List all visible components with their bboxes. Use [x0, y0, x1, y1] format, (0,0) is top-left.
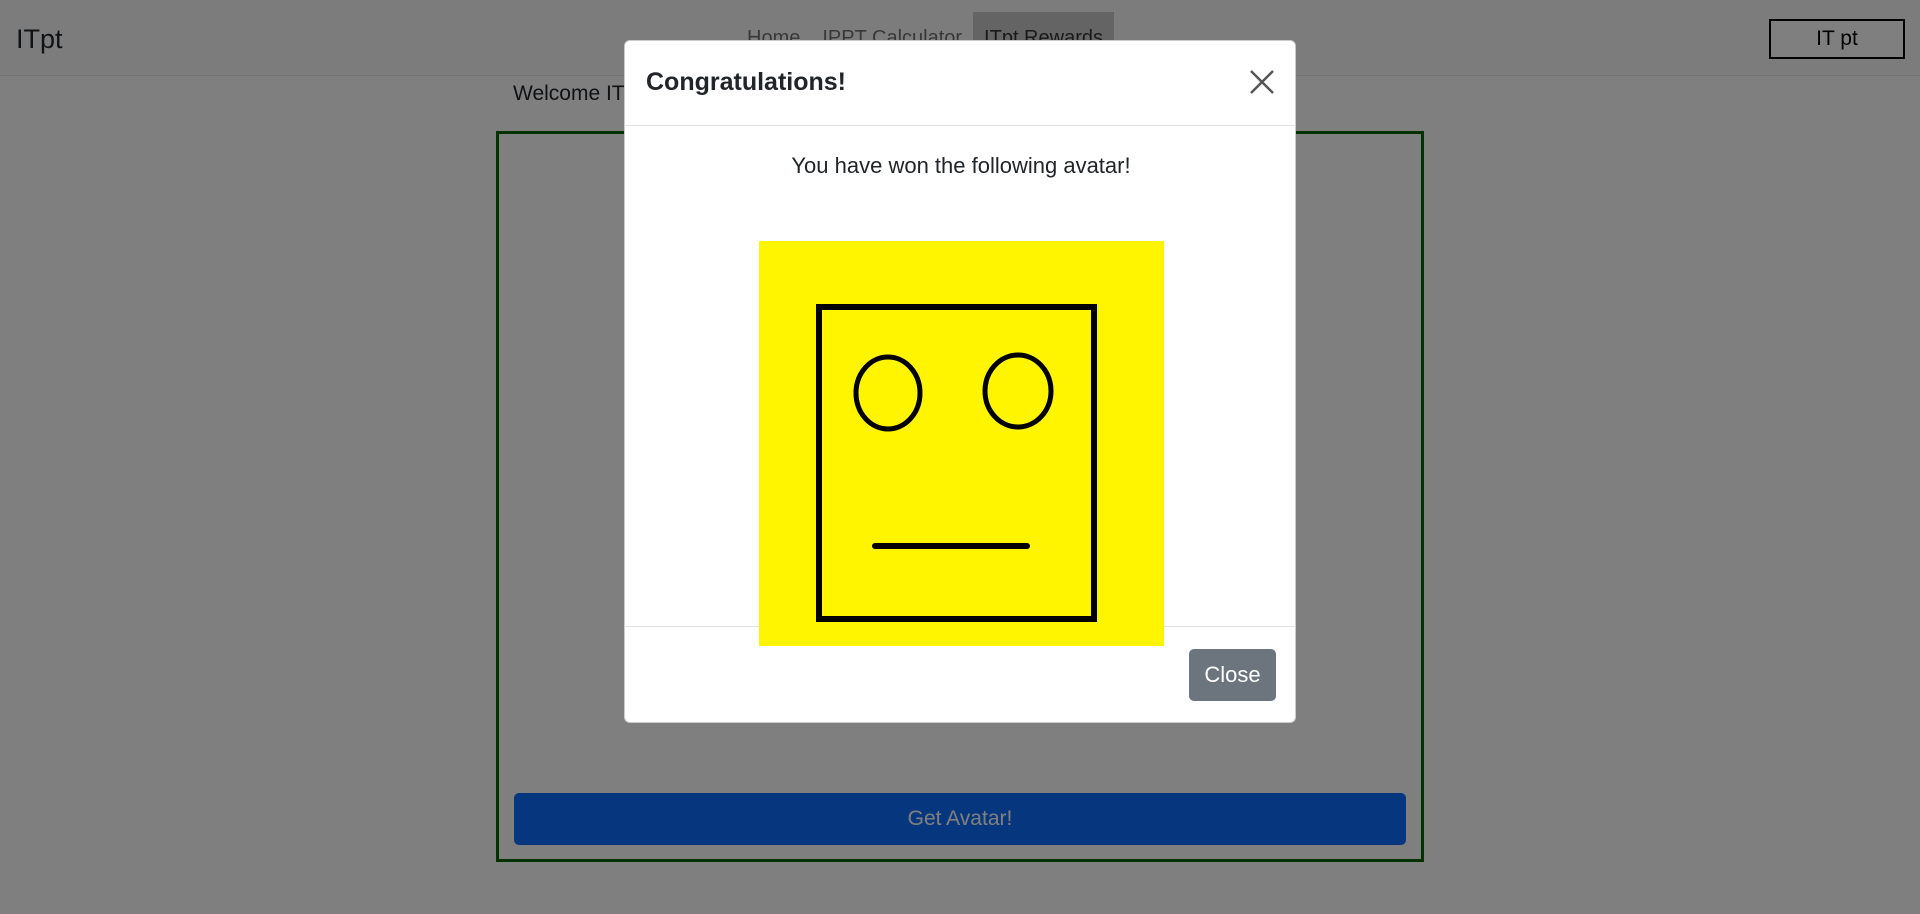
page: ITpt Home IPPT Calculator ITpt Rewards I…	[0, 0, 1920, 914]
modal-header: Congratulations!	[625, 41, 1295, 126]
modal-body: You have won the following avatar!	[625, 126, 1295, 646]
modal-title: Congratulations!	[646, 68, 846, 96]
modal-message: You have won the following avatar!	[791, 153, 1131, 178]
modal-footer: Close	[625, 627, 1295, 722]
avatar-image	[759, 241, 1164, 646]
close-icon[interactable]	[1247, 67, 1277, 97]
congratulations-modal: Congratulations! You have won the follow…	[624, 40, 1296, 723]
close-button[interactable]: Close	[1189, 649, 1276, 701]
